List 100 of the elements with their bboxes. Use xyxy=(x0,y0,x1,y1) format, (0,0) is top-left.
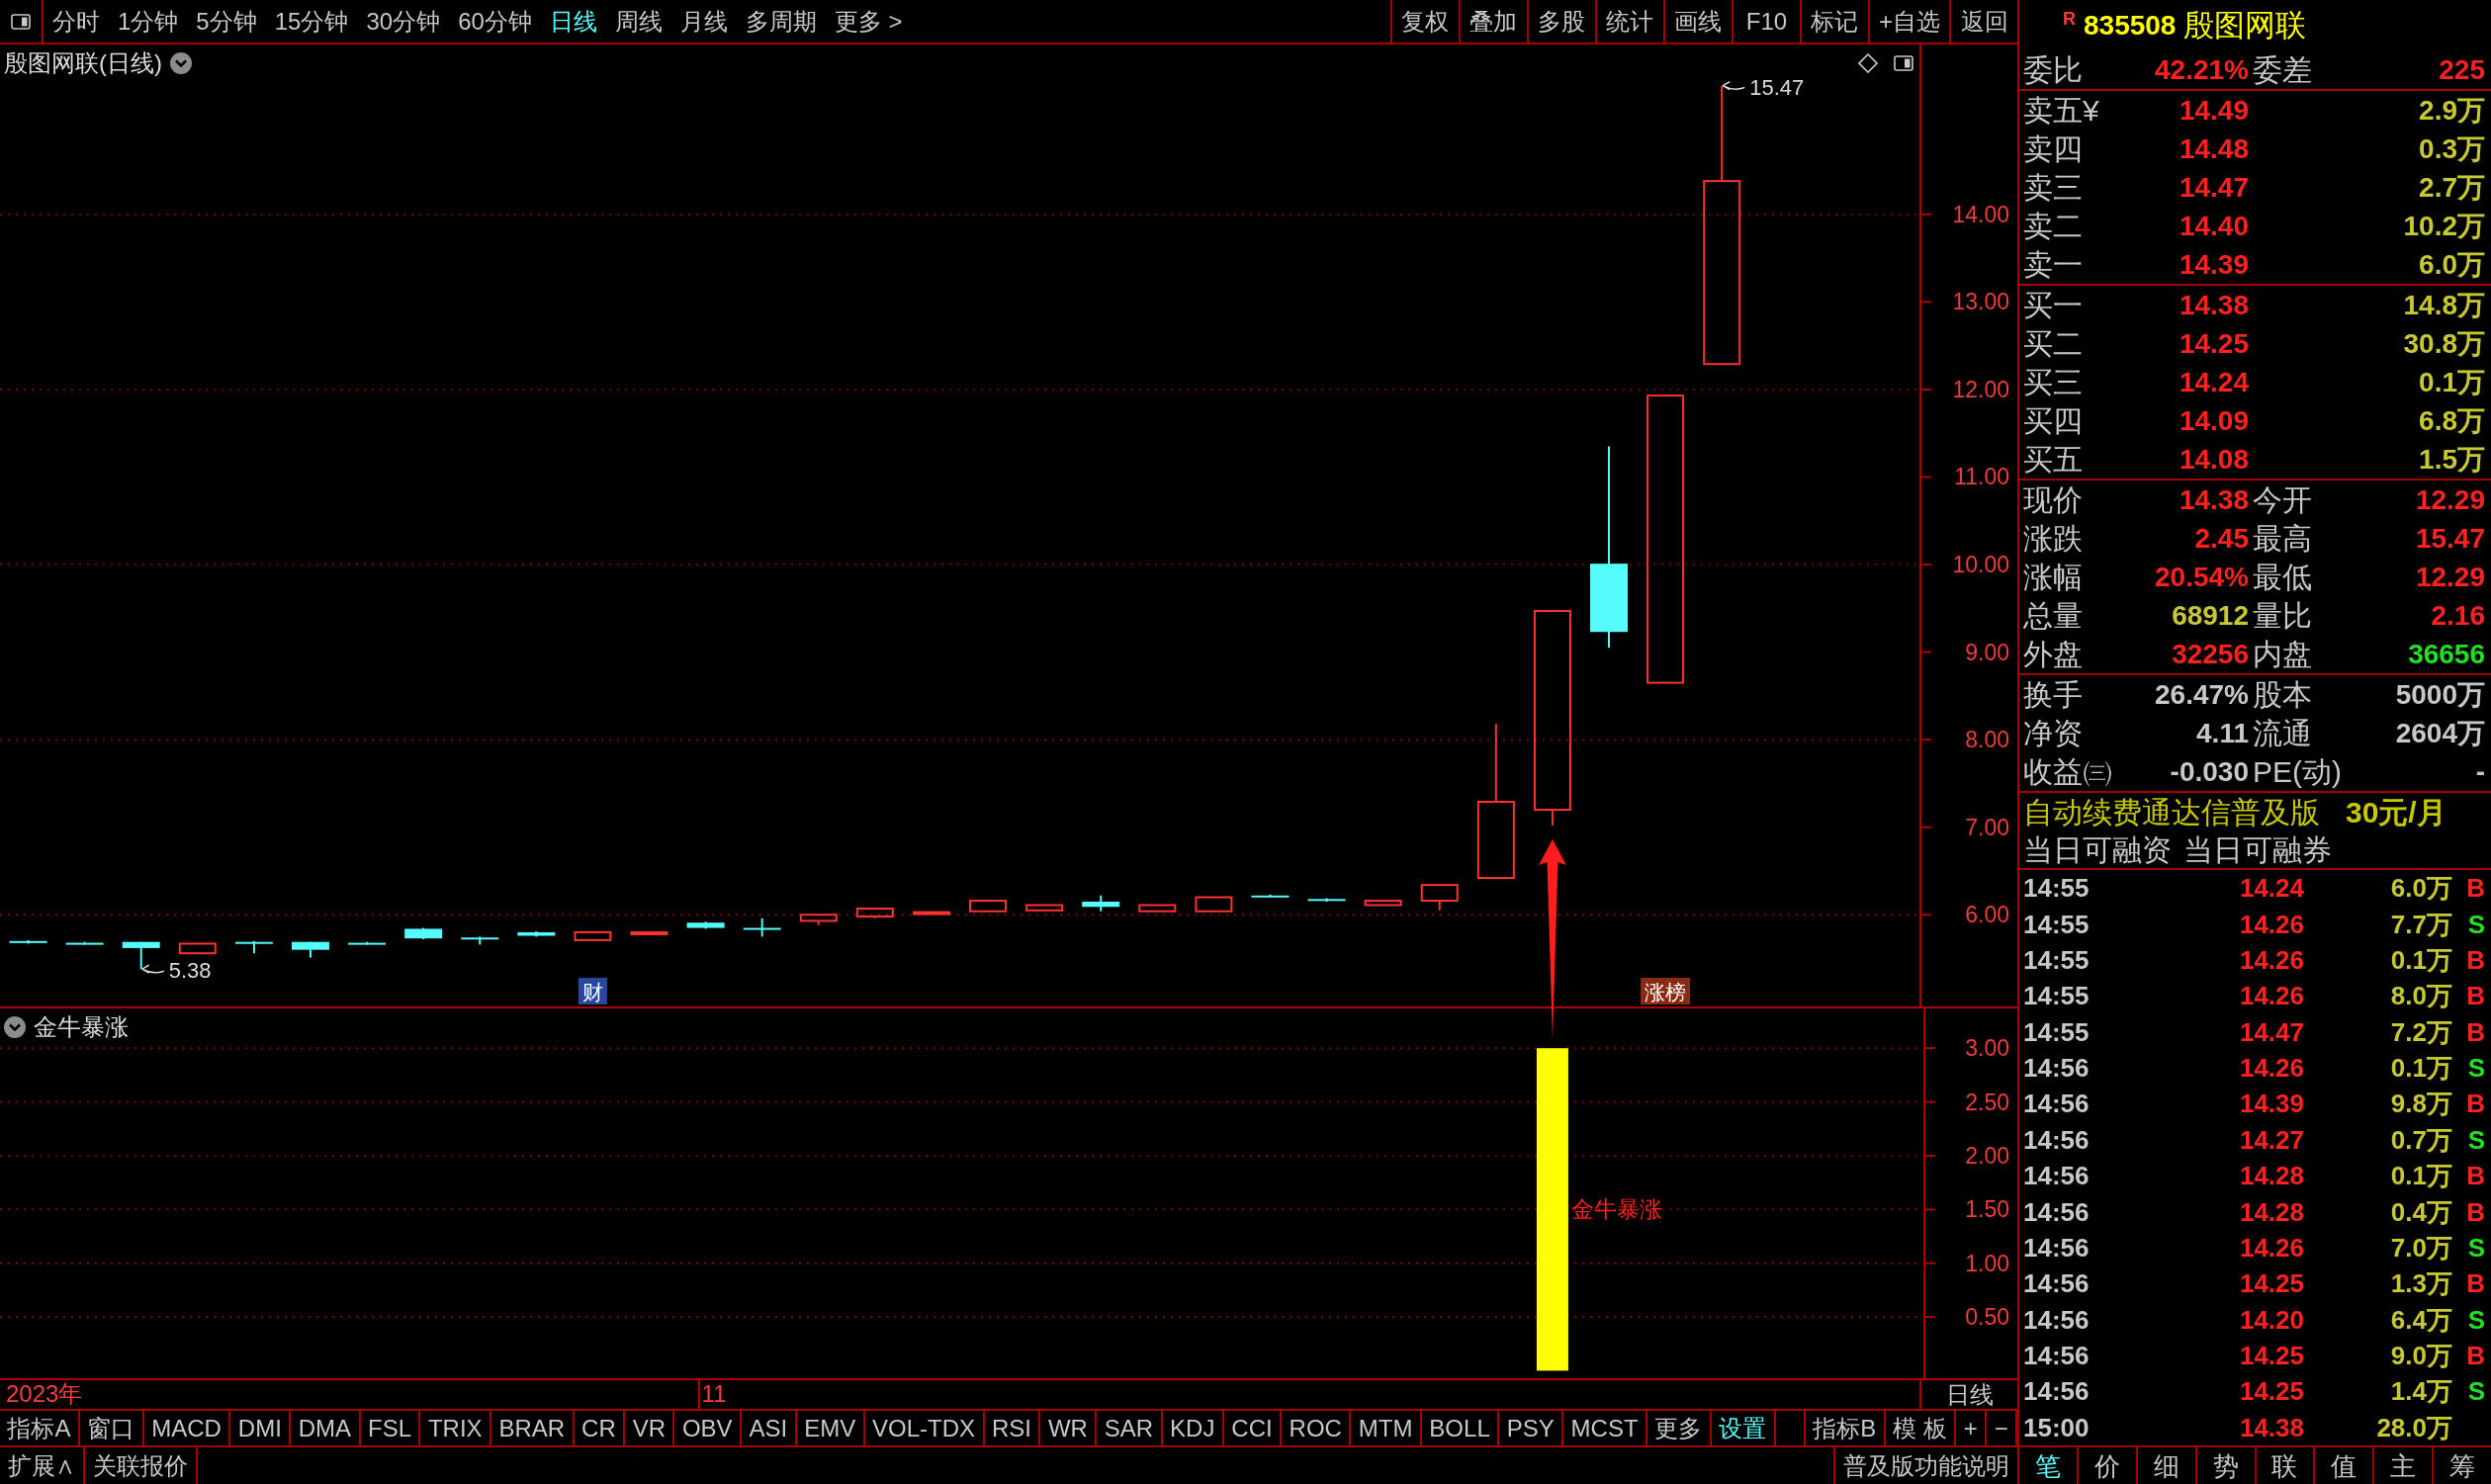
quote-value: 15.47 xyxy=(2414,524,2485,553)
chevron-down-icon[interactable] xyxy=(4,1016,26,1038)
period-tab[interactable]: 60分钟 xyxy=(449,0,541,43)
order-label: 买四 xyxy=(2022,405,2084,436)
indicator-tab[interactable]: KDJ xyxy=(1162,1411,1224,1445)
trade-time: 14:56 xyxy=(2023,1378,2091,1405)
indicator-tab[interactable]: 窗口 xyxy=(79,1411,144,1445)
indicator-tab[interactable]: OBV xyxy=(674,1411,743,1445)
stock-name: 殷图网联 xyxy=(2183,10,2307,41)
indicator-tab[interactable]: RSI xyxy=(984,1411,1041,1445)
indicator-tab[interactable]: CCI xyxy=(1223,1411,1283,1445)
panel-icon xyxy=(11,13,31,30)
indicator-tab[interactable]: DMI xyxy=(230,1411,292,1445)
axis-label: 1.50 xyxy=(1965,1196,2009,1223)
status-tab[interactable]: 关联报价 xyxy=(85,1447,198,1484)
indicator-tab[interactable]: MTM xyxy=(1351,1411,1422,1445)
indicator-tab[interactable]: BRAR xyxy=(491,1411,575,1445)
order-price: 14.38 xyxy=(2178,291,2249,319)
order-volume: 10.2万 xyxy=(2402,212,2485,240)
toolbar-button[interactable]: 多股 xyxy=(1527,0,1595,43)
panel-tab[interactable]: 筹 xyxy=(2434,1447,2491,1484)
toolbar-button[interactable]: 统计 xyxy=(1595,0,1663,43)
trade-price: 14.25 xyxy=(2238,1378,2304,1405)
trade-side: S xyxy=(2466,911,2485,937)
period-tab[interactable]: 多周期 xyxy=(736,0,826,43)
quote-label: PE(动) xyxy=(2252,756,2343,787)
panel-tab[interactable]: 价 xyxy=(2078,1447,2138,1484)
indicator-tab[interactable]: FSL xyxy=(360,1411,421,1445)
toolbar-button[interactable]: 标记 xyxy=(1800,0,1868,43)
trade-volume: 1.3万 xyxy=(2389,1270,2452,1297)
indicator-tab[interactable]: 指标B xyxy=(1805,1411,1886,1445)
indicator-tab[interactable]: TRIX xyxy=(420,1411,492,1445)
trade-volume: 7.7万 xyxy=(2389,911,2452,937)
chevron-down-icon[interactable] xyxy=(170,52,192,74)
period-tab[interactable]: 日线 xyxy=(540,0,606,43)
toolbar-button[interactable]: +自选 xyxy=(1868,0,1949,43)
trade-price: 14.28 xyxy=(2238,1198,2304,1225)
axis-label: 1.00 xyxy=(1965,1250,2009,1276)
quote-value: 2.16 xyxy=(2430,601,2485,630)
panel-tab[interactable]: 细 xyxy=(2137,1447,2197,1484)
period-tab[interactable]: 更多 > xyxy=(825,0,912,43)
toolbar-button[interactable]: 叠加 xyxy=(1459,0,1527,43)
order-volume: 1.5万 xyxy=(2418,445,2485,474)
period-tab[interactable]: 30分钟 xyxy=(357,0,450,43)
indicator-tab[interactable]: EMV xyxy=(796,1411,865,1445)
indicator-tab[interactable]: VOL-TDX xyxy=(864,1411,985,1445)
indicator-tab[interactable]: MCST xyxy=(1563,1411,1648,1445)
indicator-tab[interactable]: VR xyxy=(625,1411,675,1445)
period-tab[interactable]: 月线 xyxy=(670,0,737,43)
trade-price: 14.26 xyxy=(2238,1234,2304,1261)
quote-label: 最低 xyxy=(2252,562,2313,592)
indicator-tab[interactable]: − xyxy=(1987,1411,2018,1445)
indicator-tab[interactable]: ROC xyxy=(1282,1411,1352,1445)
order-price: 14.08 xyxy=(2178,445,2249,474)
indicator-tab[interactable]: DMA xyxy=(291,1411,361,1445)
period-tab[interactable]: 分时 xyxy=(44,0,109,43)
indicator-tab[interactable]: 设置 xyxy=(1711,1411,1776,1445)
panel-icon[interactable] xyxy=(1894,55,1913,71)
promo-price[interactable]: 30元/月 xyxy=(2346,797,2447,828)
toolbar-button[interactable]: 返回 xyxy=(1949,0,2017,43)
quote-value: 4.11 xyxy=(2195,719,2249,747)
trade-volume: 0.4万 xyxy=(2389,1198,2452,1225)
panel-tab[interactable]: 笔 xyxy=(2019,1447,2079,1484)
toolbar-button[interactable]: F10 xyxy=(1732,0,1800,43)
indicator-tab[interactable]: + xyxy=(1956,1411,1988,1445)
trade-side: S xyxy=(2466,1055,2485,1082)
period-tab[interactable]: 5分钟 xyxy=(187,0,266,43)
panel-tab[interactable]: 值 xyxy=(2315,1447,2375,1484)
help-link[interactable]: 普及版功能说明 xyxy=(1833,1447,2017,1484)
indicator-tab[interactable]: 模 板 xyxy=(1885,1411,1957,1445)
axis-label: 3.00 xyxy=(1965,1035,2009,1062)
indicator-tab[interactable]: BOLL xyxy=(1421,1411,1500,1445)
trade-volume: 8.0万 xyxy=(2389,983,2452,1009)
diamond-icon[interactable] xyxy=(1858,53,1878,73)
indicator-tab[interactable]: WR xyxy=(1040,1411,1098,1445)
period-tab[interactable]: 15分钟 xyxy=(265,0,358,43)
status-tab[interactable]: 扩展∧ xyxy=(0,1447,85,1484)
indicator-tab[interactable]: MACD xyxy=(143,1411,231,1445)
panel-tab[interactable]: 联 xyxy=(2256,1447,2316,1484)
indicator-tab[interactable]: 指标A xyxy=(0,1411,80,1445)
panel-tab[interactable]: 主 xyxy=(2374,1447,2435,1484)
trade-price: 14.26 xyxy=(2238,946,2304,973)
order-label: 卖三 xyxy=(2022,172,2084,203)
period-tab[interactable]: 1分钟 xyxy=(109,0,188,43)
indicator-tab[interactable]: CR xyxy=(574,1411,626,1445)
toolbar-button[interactable]: 画线 xyxy=(1663,0,1732,43)
indicator-tab[interactable]: SAR xyxy=(1097,1411,1163,1445)
order-label: 卖一 xyxy=(2022,249,2084,280)
indicator-tab[interactable]: 更多 xyxy=(1647,1411,1712,1445)
indicator-tab[interactable]: PSY xyxy=(1499,1411,1564,1445)
period-tab[interactable]: 周线 xyxy=(605,0,671,43)
chart-title: 殷图网联(日线) xyxy=(4,51,162,75)
panel-tab[interactable]: 势 xyxy=(2196,1447,2257,1484)
order-volume: 14.8万 xyxy=(2402,291,2485,319)
toolbar-button[interactable]: 复权 xyxy=(1390,0,1459,43)
indicator-tab[interactable]: ASI xyxy=(742,1411,797,1445)
promo-text[interactable]: 自动续费通达信普及版 xyxy=(2023,797,2320,828)
bar-label: 金牛暴涨 xyxy=(1570,1196,1662,1223)
trade-side: B xyxy=(2465,1270,2485,1297)
trade-time: 14:56 xyxy=(2023,1198,2091,1225)
